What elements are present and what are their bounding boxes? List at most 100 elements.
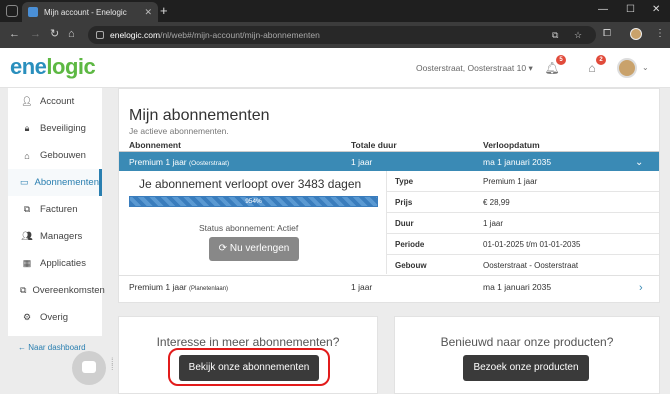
subscription-expiry: ma 1 januari 2035 (483, 282, 552, 292)
back-link-label: Naar dashboard (28, 343, 86, 352)
sidebar-item-label: Facturen (40, 204, 78, 215)
sidebar-item-account[interactable]: 👤︎ Account (8, 88, 102, 115)
page-title: Mijn abonnementen (129, 107, 270, 124)
products-card: Benieuwd naar onze producten? Bezoek onz… (394, 316, 660, 394)
forward-icon[interactable]: → (30, 28, 41, 40)
sidebar-item-facturen[interactable]: ⧉ Facturen (8, 196, 102, 223)
card-icon: ▭ (20, 177, 29, 187)
notifications-bell-icon[interactable]: 🔔︎ 5 (544, 55, 566, 76)
sidebar-item-overeenkomsten[interactable]: ⧉ Overeenkomsten (8, 277, 105, 304)
drag-handle-icon[interactable]: ⁞ ⁞ (111, 357, 114, 372)
minimize-icon[interactable]: — (598, 5, 608, 15)
detail-row-price: Prijs € 28,99 (387, 192, 659, 213)
home-icon[interactable]: ⌂ (68, 28, 75, 40)
site-header: enelogic Oosterstraat, Oosterstraat 10 ▾… (0, 48, 670, 88)
tab-search-icon[interactable] (6, 5, 18, 17)
subscription-row[interactable]: Premium 1 jaar (Planetenlaan) 1 jaar ma … (119, 275, 659, 297)
subscription-progress-bar: 954% (129, 196, 378, 207)
subscription-duration: 1 jaar (351, 282, 373, 292)
sidebar-item-managers[interactable]: 👥︎ Managers (8, 223, 102, 250)
users-icon: 👥︎ (21, 231, 33, 241)
copy-icon: ⧉ (20, 285, 27, 295)
enelogic-logo[interactable]: enelogic (10, 54, 96, 80)
tab-title: Mijn account - Enelogic (44, 7, 127, 17)
subscriptions-panel: Mijn abonnementen Je actieve abonnemente… (118, 88, 660, 303)
column-header-subscription: Abonnement (129, 140, 181, 150)
detail-row-type: Type Premium 1 jaar (387, 171, 659, 192)
detail-row-duration: Duur 1 jaar (387, 213, 659, 234)
favicon-icon (28, 7, 38, 17)
browser-toolbar: ← → ↻ ⌂ enelogic.com/nl/web#/mijn-accoun… (0, 22, 670, 48)
copy-icon: ⧉ (23, 204, 31, 214)
gift-icon[interactable]: ⌂ 2 (584, 55, 606, 76)
reload-icon[interactable]: ↻ (50, 28, 59, 40)
more-subscriptions-question: Interesse in meer abonnementen? (156, 335, 340, 349)
sidebar-item-label: Managers (40, 231, 83, 242)
site-info-icon[interactable] (96, 31, 104, 39)
chevron-down-icon[interactable]: ⌄ (642, 63, 649, 72)
back-to-dashboard-link[interactable]: ← Naar dashboard (18, 343, 86, 352)
gears-icon: ⚙ (22, 312, 32, 322)
address-bar[interactable]: enelogic.com/nl/web#/mijn-account/mijn-a… (88, 26, 596, 44)
column-header-expiry: Verloopdatum (483, 140, 540, 150)
close-tab-icon[interactable]: ✕ (144, 7, 152, 18)
account-sidebar: 👤︎ Account 🔒︎ Beveiliging ⌂ Gebouwen ▭ Abonn… (8, 88, 105, 336)
sidebar-item-label: Account (40, 96, 75, 107)
sidebar-item-label: Applicaties (40, 258, 86, 269)
user-avatar[interactable] (617, 58, 637, 78)
grid-icon: ▦ (22, 258, 32, 268)
sidebar-item-label: Gebouwen (40, 150, 86, 161)
chevron-right-icon[interactable]: › (639, 282, 643, 294)
logo-part-logic: logic (46, 54, 96, 79)
sidebar-item-label: Abonnementen (34, 177, 99, 188)
bookmark-star-icon[interactable]: ☆ (574, 26, 582, 44)
detail-value: 01-01-2025 t/m 01-01-2035 (483, 240, 581, 249)
subscription-building: (Oosterstraat) (189, 160, 230, 167)
highlight-annotation (168, 348, 330, 386)
extensions-icon[interactable]: ⧠ (603, 28, 611, 40)
close-window-icon[interactable]: ✕ (652, 5, 660, 15)
browser-tab-bar: Mijn account - Enelogic ✕ + — ☐ ✕ (0, 0, 670, 22)
home-icon: ⌂ (24, 150, 30, 161)
page-subtitle: Je actieve abonnementen. (129, 126, 229, 136)
sidebar-item-applicaties[interactable]: ▦ Applicaties (8, 250, 102, 277)
refresh-icon: ⟳ (218, 243, 228, 254)
detail-key: Type (395, 177, 414, 186)
detail-value: € 28,99 (483, 198, 510, 207)
detail-value: Oosterstraat - Oosterstraat (483, 261, 579, 270)
back-icon[interactable]: ← (9, 28, 20, 40)
renew-label: Nu verlengen (229, 243, 290, 254)
sidebar-item-label: Overeenkomsten (32, 285, 105, 296)
progress-label: 954% (245, 198, 262, 205)
visit-products-button[interactable]: Bezoek onze producten (463, 355, 589, 381)
browser-profile-avatar[interactable] (630, 28, 642, 40)
lock-icon: 🔒︎ (24, 123, 30, 133)
renew-button[interactable]: ⟳ Nu verlengen (209, 237, 299, 261)
chat-widget-button[interactable] (72, 351, 106, 385)
chevron-down-icon[interactable]: ⌄ (635, 157, 643, 168)
gifts-badge: 2 (596, 55, 606, 65)
sidebar-item-gebouwen[interactable]: ⌂ Gebouwen (8, 142, 102, 169)
maximize-icon[interactable]: ☐ (626, 5, 635, 15)
cast-icon[interactable]: ⧉ (552, 26, 558, 44)
menu-icon[interactable]: ⋮ (655, 28, 665, 40)
products-question: Benieuwd naar onze producten? (440, 335, 614, 349)
detail-value: 1 jaar (483, 219, 504, 228)
subscription-row-selected[interactable]: Premium 1 jaar (Oosterstraat) 1 jaar ma … (119, 152, 659, 171)
subscription-status: Status abonnement: Actief (199, 223, 299, 233)
sidebar-item-overig[interactable]: ⚙ Overig (8, 304, 102, 331)
location-selector[interactable]: Oosterstraat, Oosterstraat 10 ▾ (416, 63, 533, 74)
detail-key: Gebouw (395, 261, 427, 270)
new-tab-icon[interactable]: + (160, 4, 168, 17)
subscription-expiry: ma 1 januari 2035 (483, 157, 552, 167)
user-icon: 👤︎ (21, 96, 33, 106)
sidebar-item-abonnementen[interactable]: ▭ Abonnementen (8, 169, 102, 196)
chat-bubble-icon (82, 361, 96, 373)
sidebar-item-label: Overig (40, 312, 68, 323)
browser-tab[interactable]: Mijn account - Enelogic ✕ (22, 2, 158, 22)
subscription-name: Premium 1 jaar (Oosterstraat) (129, 157, 230, 167)
detail-value: Premium 1 jaar (483, 177, 538, 186)
subscription-building: (Planetenlaan) (189, 286, 229, 292)
sidebar-item-beveiliging[interactable]: 🔒︎ Beveiliging (8, 115, 102, 142)
arrow-left-icon: ← (18, 343, 26, 352)
